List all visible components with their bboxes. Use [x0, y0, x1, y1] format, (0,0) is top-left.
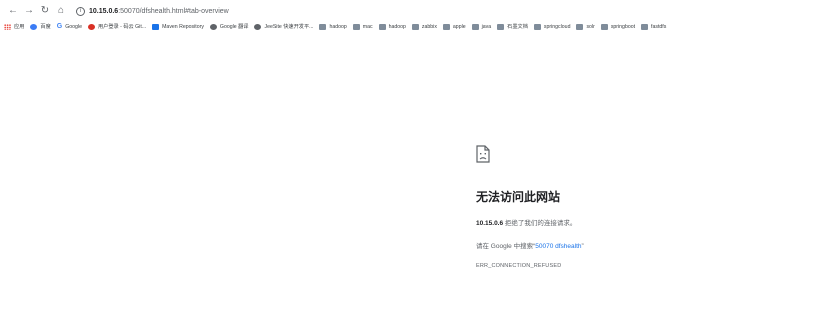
bookmark-baidu[interactable]: 百度 [30, 23, 51, 30]
bookmark-gitee[interactable]: 用户登录 - 码云 Git... [87, 23, 147, 30]
bookmark-folder[interactable]: springboot [600, 23, 636, 30]
bookmark-folder[interactable]: 石墨文档 [497, 23, 528, 30]
bookmark-label: fastdfs [651, 23, 667, 30]
error-title: 无法访问此网站 [476, 190, 561, 204]
bookmark-label: solr [586, 23, 595, 30]
error-refused-text: 拒绝了我们的连接请求。 [503, 220, 577, 227]
bookmark-google-translate[interactable]: Google 翻译 [209, 23, 249, 30]
bookmark-apps[interactable]: 应用 [4, 23, 24, 30]
bookmark-label: java [481, 23, 492, 30]
address-bar[interactable]: i 10.15.0.6:50070/dfshealth.html#tab-ove… [76, 5, 229, 17]
bookmark-label: apple [452, 23, 466, 30]
bookmark-label: 百度 [40, 24, 51, 30]
bookmark-label: JeeSite 快速开发平... [264, 24, 314, 30]
bookmarks-bar: 应用 百度 G Google 用户登录 - 码云 Git... Maven Rep… [0, 20, 822, 33]
sad-page-icon [476, 145, 490, 163]
browser-toolbar: ← → ↻ ⌂ i 10.15.0.6:50070/dfshealth.html… [0, 0, 822, 20]
bookmark-google[interactable]: G Google [57, 23, 82, 30]
url-host: 10.15.0.6 [89, 7, 119, 15]
bookmark-folder[interactable]: hadoop [378, 23, 406, 30]
bookmark-label: Google [65, 23, 82, 30]
bookmark-folder[interactable]: springcloud [533, 23, 571, 30]
bookmark-label: springcloud [543, 23, 571, 30]
bookmark-label: 用户登录 - 码云 Git... [97, 24, 147, 30]
google-icon: G [56, 23, 63, 30]
bookmark-folder[interactable]: hadoop [319, 23, 347, 30]
folder-icon [576, 23, 584, 30]
bookmark-label: 石墨文档 [507, 24, 528, 30]
bookmark-label: mac [362, 23, 373, 30]
folder-icon [497, 23, 505, 30]
error-code: ERR_CONNECTION_REFUSED [476, 263, 562, 269]
bookmark-folder[interactable]: apple [442, 23, 466, 30]
search-link[interactable]: 50070 dfshealth [535, 243, 581, 250]
error-panel: 无法访问此网站 10.15.0.6 拒绝了我们的连接请求。 请在 Google … [476, 145, 584, 269]
folder-icon [378, 23, 386, 30]
forward-arrow-icon[interactable]: → [22, 3, 36, 17]
bookmark-label: zabbix [421, 23, 437, 30]
baidu-icon [30, 23, 38, 30]
home-icon[interactable]: ⌂ [54, 3, 68, 17]
folder-icon [442, 23, 450, 30]
info-icon[interactable]: i [76, 6, 85, 16]
folder-icon [533, 23, 541, 30]
folder-icon [600, 23, 608, 30]
bookmark-label: springboot [610, 23, 636, 30]
apps-grid-icon [4, 23, 11, 30]
bookmark-label: hadoop [329, 23, 347, 30]
error-message: 10.15.0.6 拒绝了我们的连接请求。 [476, 217, 584, 227]
bookmark-label: 应用 [14, 24, 25, 30]
bookmark-maven[interactable]: Maven Repository [152, 23, 204, 30]
folder-icon [641, 23, 649, 30]
bookmark-folder[interactable]: java [471, 23, 492, 30]
folder-icon [319, 23, 327, 30]
bookmark-folder[interactable]: fastdfs [641, 23, 667, 30]
folder-icon [411, 23, 419, 30]
globe-icon [254, 23, 262, 30]
folder-icon [352, 23, 360, 30]
bookmark-jeesite[interactable]: JeeSite 快速开发平... [254, 23, 313, 30]
search-suffix: ” [581, 243, 584, 250]
maven-icon [152, 23, 160, 30]
bookmark-label: Google 翻译 [219, 24, 249, 30]
folder-icon [471, 23, 479, 30]
bookmark-folder[interactable]: mac [352, 23, 373, 30]
bookmark-folder[interactable]: solr [576, 23, 595, 30]
reload-icon[interactable]: ↻ [38, 3, 52, 17]
url-path: :50070/dfshealth.html#tab-overview [118, 7, 229, 15]
back-arrow-icon[interactable]: ← [6, 3, 20, 17]
search-suggestion: 请在 Google 中搜索“50070 dfshealth” [476, 240, 584, 250]
bookmark-label: Maven Repository [162, 23, 204, 30]
bookmark-label: hadoop [388, 23, 406, 30]
bookmark-folder[interactable]: zabbix [411, 23, 437, 30]
globe-icon [209, 23, 217, 30]
search-prefix: 请在 Google 中搜索“ [476, 243, 536, 250]
error-host: 10.15.0.6 [476, 220, 504, 227]
user-login-icon [87, 23, 95, 30]
